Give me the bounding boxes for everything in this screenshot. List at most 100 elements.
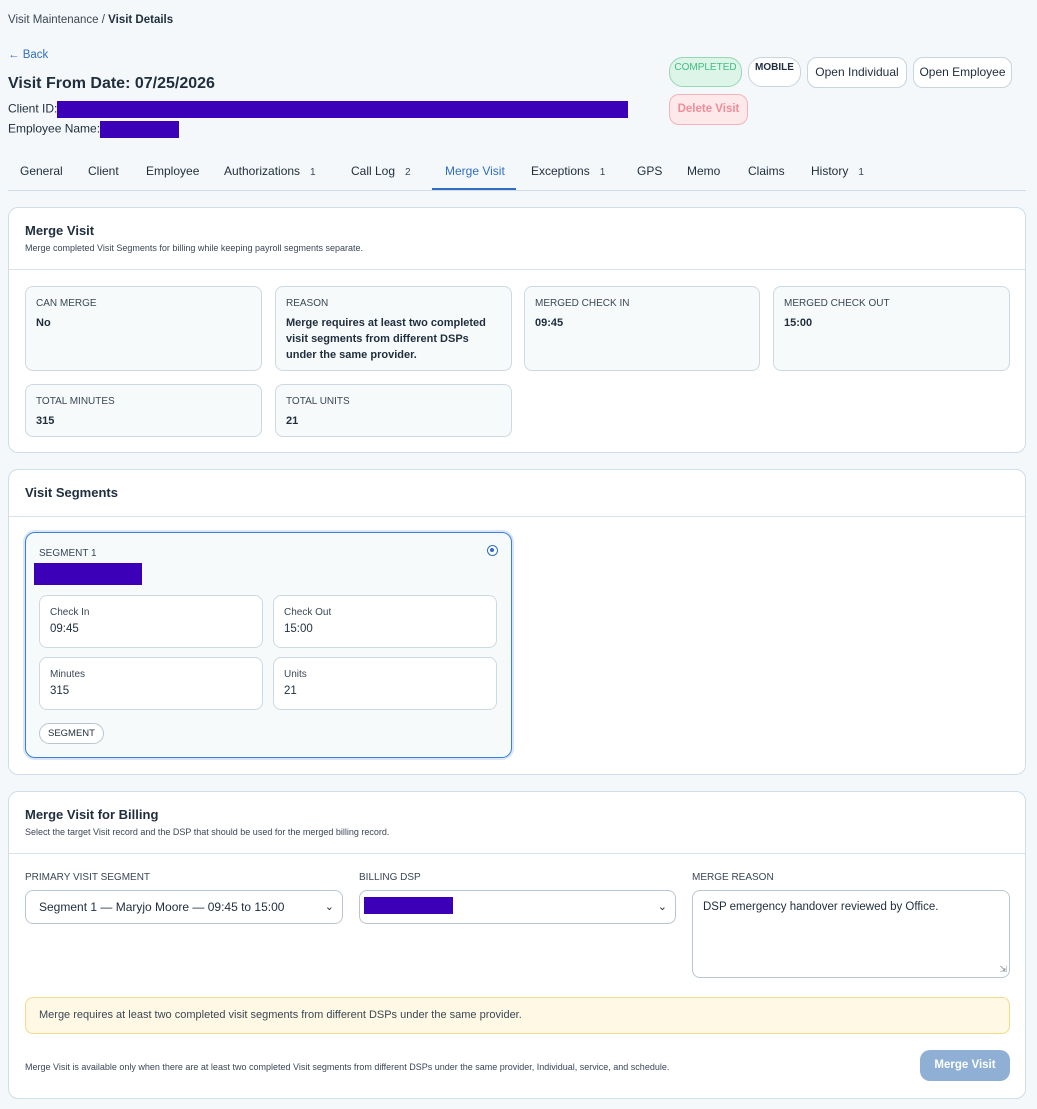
tab-count: 2 (405, 167, 411, 178)
employee-name-label: Employee Name: (8, 121, 101, 136)
client-id-redacted (57, 101, 629, 118)
merge-reason-value: DSP emergency handover reviewed by Offic… (703, 901, 939, 913)
tab-count: 1 (858, 167, 864, 178)
open-employee-button[interactable]: Open Employee (913, 57, 1012, 88)
tab-label: Exceptions (531, 164, 590, 178)
merge-reason-label: MERGE REASON (692, 872, 774, 883)
field-value: 09:45 (50, 623, 79, 635)
tab-claims[interactable]: Claims (748, 164, 785, 178)
stat-label: MERGED CHECK OUT (784, 298, 890, 309)
tab-count: 1 (599, 167, 606, 178)
tab-call-log[interactable]: Call Log 2 (351, 164, 411, 178)
stat-value: 21 (286, 415, 299, 427)
segment-tag: SEGMENT (39, 723, 104, 744)
billing-dsp-redacted (364, 897, 453, 914)
stat-value: 09:45 (535, 317, 564, 329)
client-id-row: Client ID: (8, 101, 629, 118)
merge-warning: Merge requires at least two completed vi… (25, 997, 1010, 1034)
stat-merged-check-in: MERGED CHECK IN 09:45 (524, 286, 760, 371)
delete-visit-button[interactable]: Delete Visit (669, 94, 748, 125)
stat-value: Merge requires at least two completed vi… (286, 317, 486, 361)
segment-check-in: Check In 09:45 (39, 595, 263, 648)
tab-label: GPS (637, 164, 663, 178)
resize-handle-icon[interactable]: ⇲ (999, 964, 1007, 975)
segment-card[interactable]: SEGMENT 1 Check In 09:45 Check Out 15:00… (25, 532, 512, 758)
tab-exceptions[interactable]: Exceptions 1 (531, 164, 605, 178)
tab-label: Memo (687, 164, 721, 178)
tab-client[interactable]: Client (88, 164, 119, 178)
tab-label: General (20, 164, 63, 178)
stat-label: MERGED CHECK IN (535, 298, 630, 309)
merge-visit-button[interactable]: Merge Visit (920, 1050, 1010, 1081)
merge-footnote: Merge Visit is available only when there… (25, 1062, 670, 1072)
tab-label: Claims (748, 164, 785, 178)
client-id-label: Client ID: (8, 101, 58, 116)
page-title: Visit From Date: 07/25/2026 (8, 75, 215, 92)
primary-segment-value: Segment 1 — Maryjo Moore — 09:45 to 15:0… (39, 900, 285, 914)
stat-value: 15:00 (784, 317, 813, 329)
segment-label: SEGMENT 1 (39, 548, 97, 559)
tab-label: Call Log (351, 164, 396, 178)
breadcrumb-current: Visit Details (108, 14, 174, 26)
stat-reason: REASON Merge requires at least two compl… (275, 286, 512, 371)
merge-visit-subtitle: Merge completed Visit Segments for billi… (25, 243, 364, 253)
tab-label: Employee (146, 164, 200, 178)
field-label: Minutes (50, 669, 86, 680)
tab-count: 1 (310, 167, 316, 178)
field-label: Check In (50, 607, 90, 618)
breadcrumb-parent[interactable]: Visit Maintenance / (8, 14, 108, 26)
field-label: Check Out (284, 607, 332, 618)
stat-label: REASON (286, 298, 329, 309)
tab-label: History (811, 164, 849, 178)
primary-segment-label: PRIMARY VISIT SEGMENT (25, 872, 151, 883)
chevron-down-icon: ⌄ (657, 901, 667, 913)
tab-history[interactable]: History 1 (811, 164, 864, 178)
segment-check-out: Check Out 15:00 (273, 595, 497, 648)
billing-dsp-select[interactable]: ⌄ (359, 890, 676, 924)
merge-reason-textarea[interactable]: DSP emergency handover reviewed by Offic… (692, 890, 1010, 978)
active-tab-indicator (432, 188, 516, 190)
merge-visit-card: Merge Visit Merge completed Visit Segmen… (8, 207, 1026, 453)
field-value: 315 (50, 685, 70, 697)
stat-merged-check-out: MERGED CHECK OUT 15:00 (773, 286, 1010, 371)
visit-segments-title: Visit Segments (25, 485, 118, 500)
tab-employee[interactable]: Employee (146, 164, 199, 178)
segment-radio[interactable] (487, 545, 498, 556)
field-label: Units (284, 669, 307, 680)
stat-total-units: TOTAL UNITS 21 (275, 384, 512, 437)
source-badge: MOBILE (748, 57, 801, 87)
stat-label: CAN MERGE (36, 298, 97, 309)
field-value: 21 (284, 685, 297, 697)
tab-bar: General Client Employee Authorizations 1 … (8, 154, 1026, 191)
tab-label: Authorizations (224, 164, 301, 178)
tab-authorizations[interactable]: Authorizations 1 (224, 164, 316, 178)
billing-dsp-label: BILLING DSP (359, 872, 421, 883)
open-individual-button[interactable]: Open Individual (807, 57, 907, 88)
breadcrumb: Visit Maintenance / Visit Details (8, 14, 173, 26)
employee-name-row: Employee Name: (8, 121, 180, 138)
merge-visit-title: Merge Visit (25, 223, 95, 238)
field-value: 15:00 (284, 623, 313, 635)
primary-segment-select[interactable]: Segment 1 — Maryjo Moore — 09:45 to 15:0… (25, 890, 343, 924)
chevron-down-icon: ⌄ (324, 901, 334, 913)
segment-units: Units 21 (273, 657, 497, 710)
visit-segments-card: Visit Segments SEGMENT 1 Check In 09:45 … (8, 469, 1026, 775)
stat-can-merge: CAN MERGE No (25, 286, 262, 371)
billing-card: Merge Visit for Billing Select the targe… (8, 791, 1026, 1099)
tab-label: Merge Visit (445, 164, 505, 178)
employee-name-redacted (100, 121, 180, 138)
back-link[interactable]: ← Back (8, 49, 48, 61)
billing-title: Merge Visit for Billing (25, 807, 159, 822)
stat-label: TOTAL MINUTES (36, 396, 115, 407)
segment-dsp-redacted (34, 563, 142, 585)
tab-label: Client (88, 164, 119, 178)
segment-minutes: Minutes 315 (39, 657, 263, 710)
stat-total-minutes: TOTAL MINUTES 315 (25, 384, 262, 437)
billing-subtitle: Select the target Visit record and the D… (25, 827, 390, 837)
tab-gps[interactable]: GPS (637, 164, 662, 178)
tab-merge-visit[interactable]: Merge Visit (445, 164, 505, 178)
tab-memo[interactable]: Memo (687, 164, 720, 178)
stat-value: No (36, 317, 51, 329)
tab-general[interactable]: General (20, 164, 63, 178)
stat-value: 315 (36, 415, 55, 427)
